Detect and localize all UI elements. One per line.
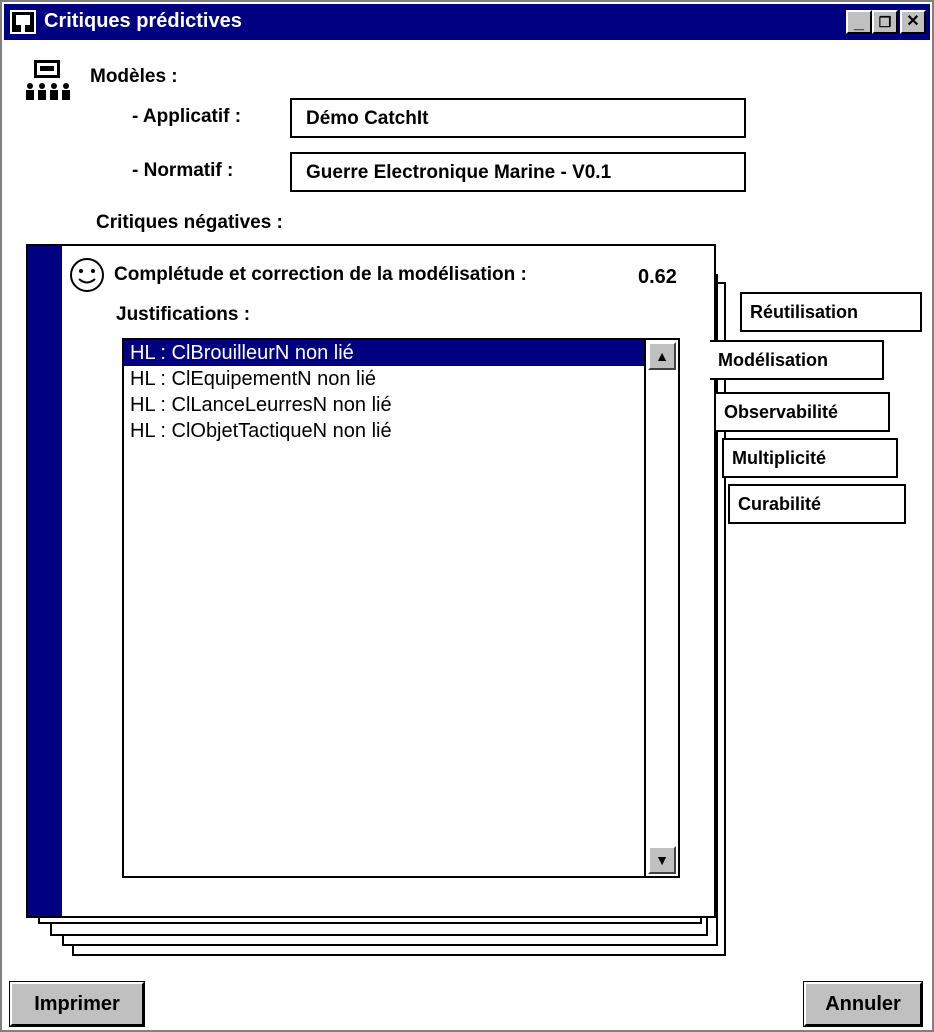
justifications-listbox[interactable]: HL : ClBrouilleurN non lié HL : ClEquipe…: [122, 338, 680, 878]
restore-button[interactable]: ❒: [872, 10, 898, 34]
vertical-scrollbar[interactable]: ▲ ▼: [644, 340, 678, 876]
justifications-label: Justifications :: [116, 304, 251, 325]
critiques-negatives-label: Critiques négatives :: [96, 212, 283, 233]
normatif-field[interactable]: Guerre Electronique Marine - V0.1: [290, 152, 746, 192]
criterion-label: Complétude et correction de la modélisat…: [114, 264, 527, 285]
print-button[interactable]: Imprimer: [9, 981, 145, 1027]
list-item[interactable]: HL : ClEquipementN non lié: [124, 366, 678, 392]
models-heading: Modèles :: [90, 66, 178, 87]
applicatif-field[interactable]: Démo CatchIt: [290, 98, 746, 138]
list-item[interactable]: HL : ClBrouilleurN non lié: [124, 340, 644, 366]
list-item[interactable]: HL : ClLanceLeurresN non lié: [124, 392, 678, 418]
tab-observabilite[interactable]: Observabilité: [714, 392, 890, 432]
monitor-icon: [10, 10, 36, 34]
tab-modelisation[interactable]: Modélisation: [710, 340, 884, 380]
scroll-down-button[interactable]: ▼: [648, 846, 676, 874]
normatif-label: - Normatif :: [132, 160, 234, 181]
applicatif-label: - Applicatif :: [132, 106, 242, 127]
tab-curabilite[interactable]: Curabilité: [728, 484, 906, 524]
tab-reutilisation[interactable]: Réutilisation: [740, 292, 922, 332]
close-button[interactable]: ✕: [900, 10, 926, 34]
tab-multiplicite[interactable]: Multiplicité: [722, 438, 898, 478]
cancel-button[interactable]: Annuler: [803, 981, 923, 1027]
window-title: Critiques prédictives: [44, 10, 242, 32]
smiley-icon: [70, 258, 104, 292]
group-presentation-icon: [26, 60, 70, 100]
criterion-score: 0.62: [638, 266, 677, 288]
title-bar[interactable]: Critiques prédictives _ ❒ ✕: [4, 4, 930, 40]
scroll-up-button[interactable]: ▲: [648, 342, 676, 370]
page-accent-bar: [28, 246, 62, 916]
list-item[interactable]: HL : ClObjetTactiqueN non lié: [124, 418, 678, 444]
minimize-button[interactable]: _: [846, 10, 872, 34]
dialog-window: Critiques prédictives _ ❒ ✕ Modèles : - …: [0, 0, 934, 1032]
